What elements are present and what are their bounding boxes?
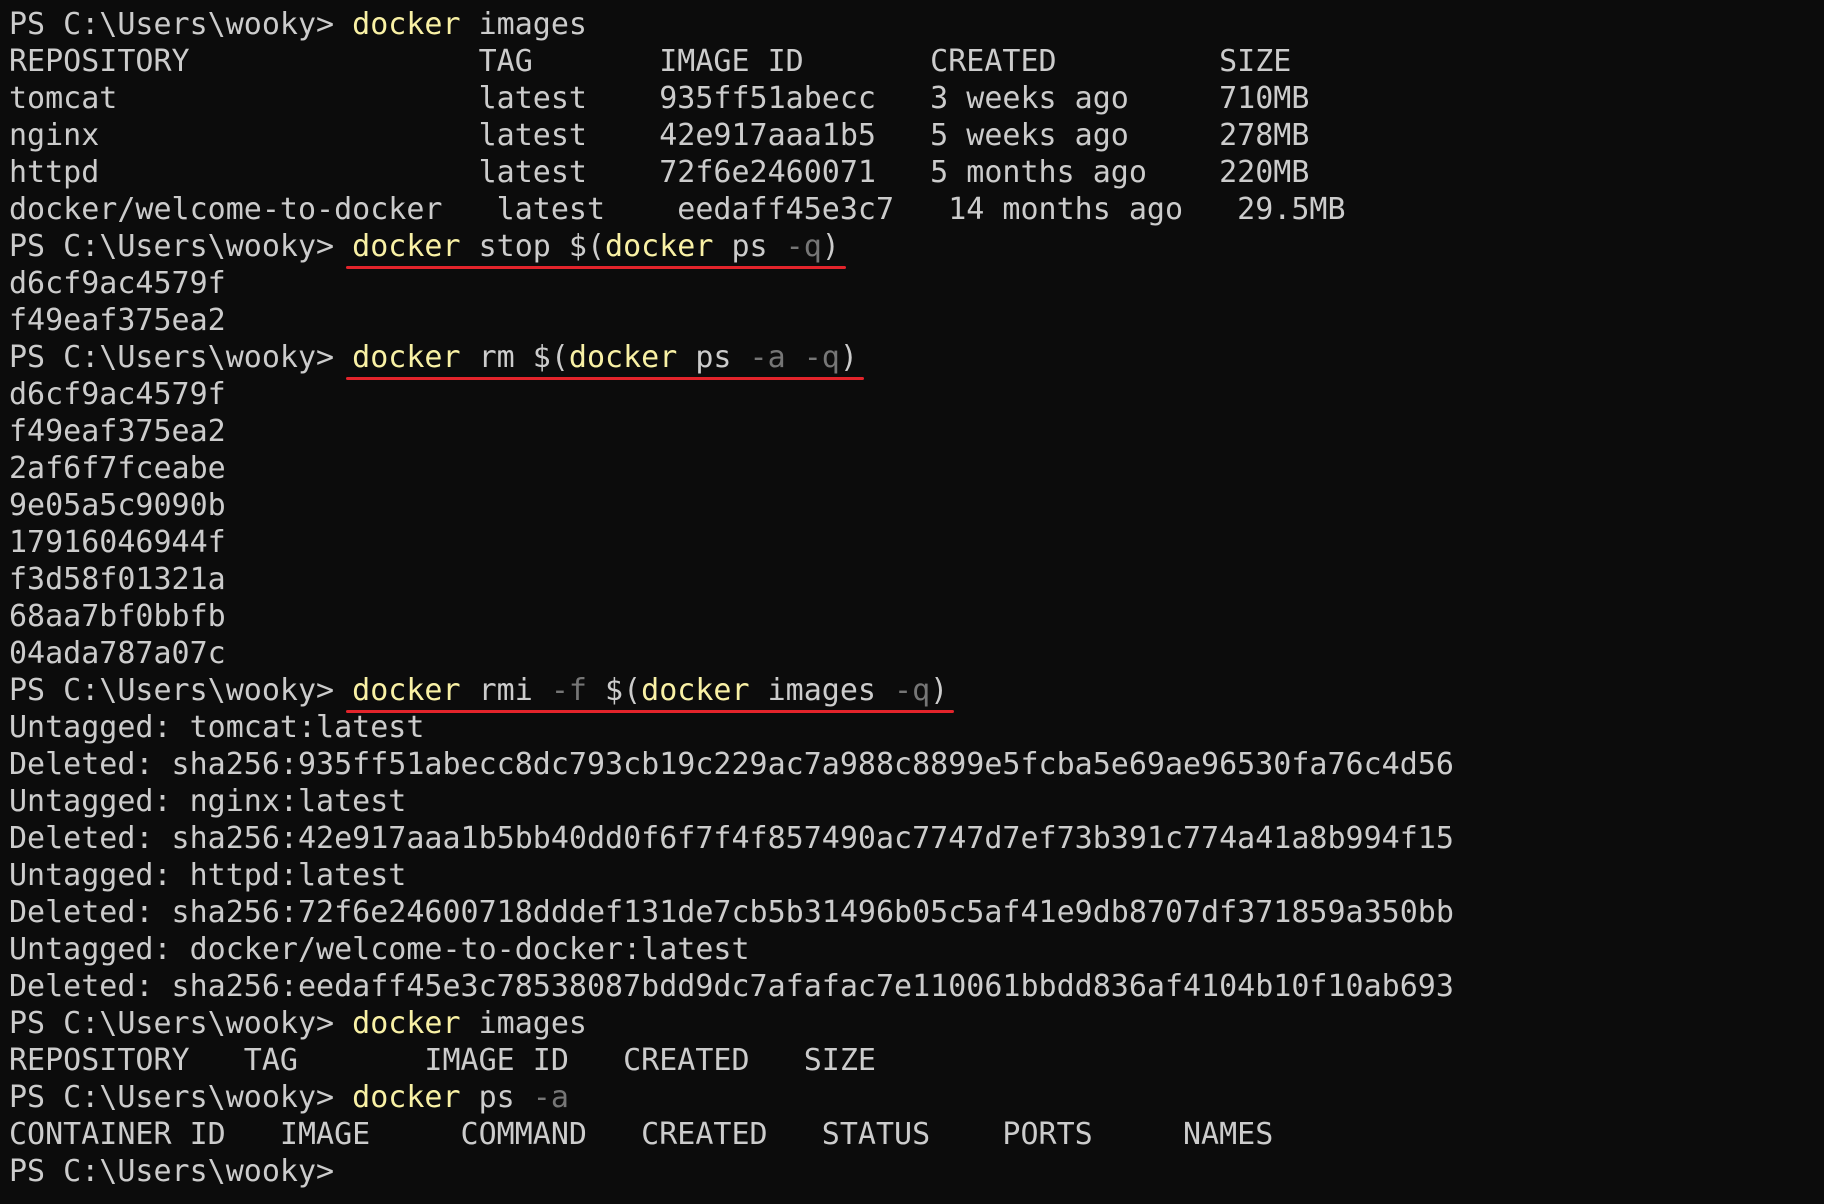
command-token: docker xyxy=(352,7,461,42)
output-line: d6cf9ac4579f xyxy=(9,266,226,301)
command-token: images xyxy=(460,7,587,42)
command-token: images xyxy=(460,1006,587,1041)
output-line: docker/welcome-to-docker latest eedaff45… xyxy=(9,192,1346,227)
output-line: 9e05a5c9090b xyxy=(9,488,226,523)
output-line: f3d58f01321a xyxy=(9,562,226,597)
output-line: Untagged: docker/welcome-to-docker:lates… xyxy=(9,932,750,967)
command-token: docker xyxy=(641,673,750,708)
command-token: images xyxy=(749,673,895,708)
prompt-text: PS C:\Users\wooky> xyxy=(9,1080,353,1115)
prompt-text: PS C:\Users\wooky> xyxy=(9,229,353,264)
command-token: -q xyxy=(894,673,931,708)
command-token: $( xyxy=(586,673,642,708)
prompt-text: PS C:\Users\wooky> xyxy=(9,1154,353,1189)
command-token: docker xyxy=(352,340,461,375)
command-text: docker images xyxy=(352,1005,587,1042)
command-token: rmi xyxy=(460,673,551,708)
command-line: PS C:\Users\wooky> docker images xyxy=(9,1005,1824,1042)
output-line: Deleted: sha256:42e917aaa1b5bb40dd0f6f7f… xyxy=(9,821,1454,856)
prompt-line: PS C:\Users\wooky> xyxy=(9,1153,1824,1190)
command-line: PS C:\Users\wooky> docker stop $(docker … xyxy=(9,228,1824,269)
command-token: ps xyxy=(677,340,750,375)
output-line: nginx latest 42e917aaa1b5 5 weeks ago 27… xyxy=(9,118,1310,153)
output-line: Untagged: httpd:latest xyxy=(9,858,407,893)
command-token: -q xyxy=(803,340,840,375)
output-line: 2af6f7fceabe xyxy=(9,451,226,486)
red-underline-annotation xyxy=(346,710,955,713)
command-token: -f xyxy=(550,673,587,708)
command-text: docker rm $(docker ps -a -q) xyxy=(346,339,864,380)
output-line: tomcat latest 935ff51abecc 3 weeks ago 7… xyxy=(9,81,1310,116)
command-token: docker xyxy=(568,340,678,375)
output-line: 68aa7bf0bbfb xyxy=(9,599,226,634)
output-line: Deleted: sha256:eedaff45e3c78538087bdd9d… xyxy=(9,969,1454,1004)
command-token: ) xyxy=(930,673,949,708)
command-token: -a xyxy=(749,340,786,375)
command-line: PS C:\Users\wooky> docker images xyxy=(9,6,1824,43)
command-line: PS C:\Users\wooky> docker rm $(docker ps… xyxy=(9,339,1824,380)
command-token: ps xyxy=(460,1080,533,1115)
output-line: REPOSITORY TAG IMAGE ID CREATED SIZE xyxy=(9,1043,876,1078)
output-line: Untagged: nginx:latest xyxy=(9,784,407,819)
command-token: docker xyxy=(352,1080,461,1115)
command-token: -a xyxy=(532,1080,569,1115)
red-underline-annotation xyxy=(346,266,846,269)
command-token: stop $( xyxy=(460,229,606,264)
prompt-text: PS C:\Users\wooky> xyxy=(9,7,353,42)
output-line: httpd latest 72f6e2460071 5 months ago 2… xyxy=(9,155,1310,190)
command-token: docker xyxy=(352,1006,461,1041)
command-token: ) xyxy=(821,229,840,264)
output-line: f49eaf375ea2 xyxy=(9,414,226,449)
prompt-text: PS C:\Users\wooky> xyxy=(9,1006,353,1041)
command-text: docker stop $(docker ps -q) xyxy=(346,228,846,269)
output-line: 04ada787a07c xyxy=(9,636,226,671)
output-line: 17916046944f xyxy=(9,525,226,560)
command-token: docker xyxy=(605,229,714,264)
command-token xyxy=(786,340,804,375)
output-line: Deleted: sha256:935ff51abecc8dc793cb19c2… xyxy=(9,747,1454,782)
command-token: -q xyxy=(785,229,822,264)
command-token: rm $( xyxy=(460,340,569,375)
prompt-text: PS C:\Users\wooky> xyxy=(9,340,353,375)
output-line: d6cf9ac4579f xyxy=(9,377,226,412)
command-token: ) xyxy=(839,340,858,375)
command-token: docker xyxy=(352,673,461,708)
terminal-window[interactable]: PS C:\Users\wooky> docker images REPOSITO… xyxy=(0,0,1824,1204)
command-token: ps xyxy=(713,229,786,264)
output-line: f49eaf375ea2 xyxy=(9,303,226,338)
output-line: REPOSITORY TAG IMAGE ID CREATED SIZE xyxy=(9,44,1292,79)
command-line: PS C:\Users\wooky> docker rmi -f $(docke… xyxy=(9,672,1824,713)
command-line: PS C:\Users\wooky> docker ps -a xyxy=(9,1079,1824,1116)
output-line: Untagged: tomcat:latest xyxy=(9,710,425,745)
prompt-text: PS C:\Users\wooky> xyxy=(9,673,353,708)
command-text: docker rmi -f $(docker images -q) xyxy=(346,672,955,713)
output-line: CONTAINER ID IMAGE COMMAND CREATED STATU… xyxy=(9,1117,1274,1152)
red-underline-annotation xyxy=(346,377,864,380)
command-token: docker xyxy=(352,229,461,264)
command-text: docker images xyxy=(352,6,587,43)
command-text: docker ps -a xyxy=(352,1079,569,1116)
output-line: Deleted: sha256:72f6e24600718dddef131de7… xyxy=(9,895,1454,930)
